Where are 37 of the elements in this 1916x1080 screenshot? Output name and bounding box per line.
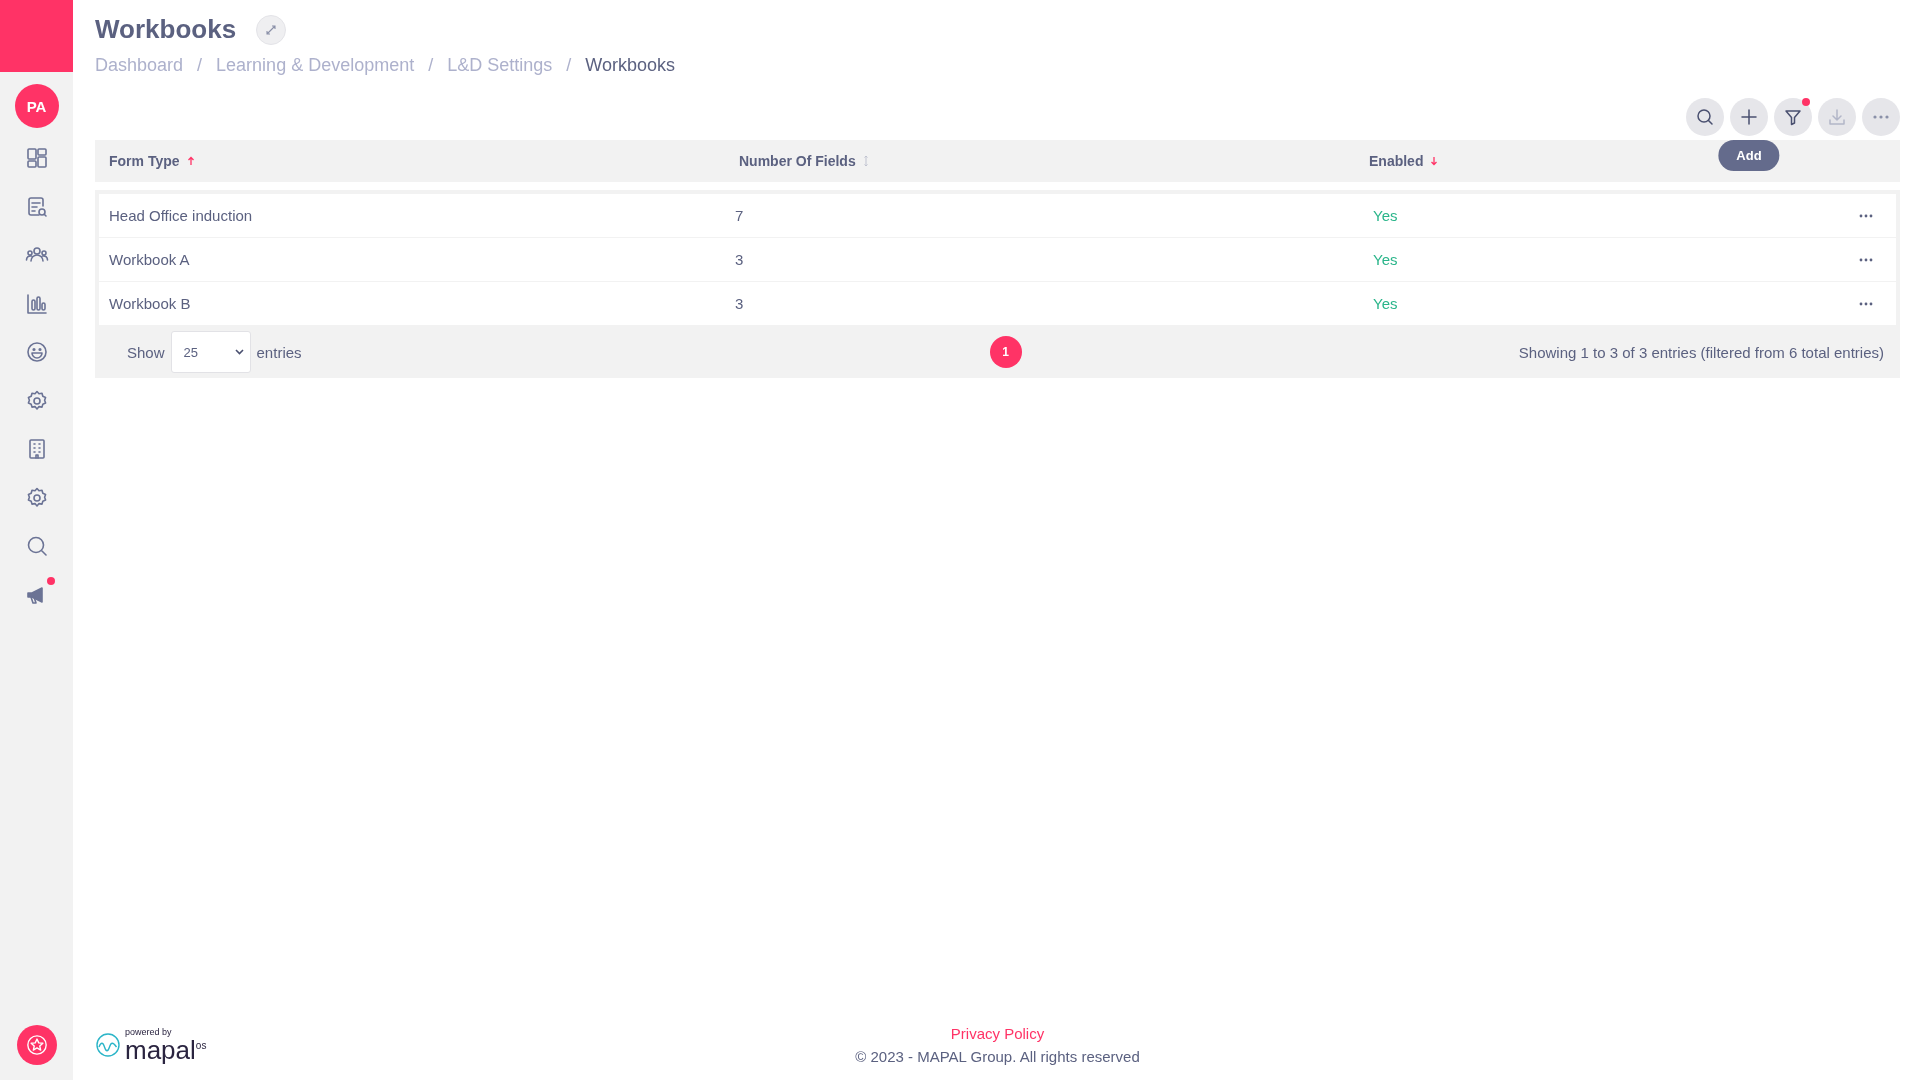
chevron-down-icon <box>234 349 244 355</box>
table-cell-text: Workbook A <box>108 251 191 268</box>
entries-label: entries <box>256 343 302 361</box>
entries-summary: Showing 1 to 3 of 3 entries (filtered from 6 total entries) <box>1517 343 1884 361</box>
page-size-select[interactable]: 25 <box>170 331 251 373</box>
page-title: Workbooks <box>95 14 237 45</box>
filter-button[interactable] <box>1774 98 1812 136</box>
breadcrumb-separator: / <box>566 55 572 76</box>
breadcrumb-link[interactable]: Learning & Development <box>216 55 415 76</box>
copyright-text: © 2023 - MAPAL Group. All rights reserved <box>855 1048 1140 1065</box>
privacy-policy-link[interactable]: Privacy Policy <box>950 1025 1045 1042</box>
table-cell-text: Head Office induction <box>108 207 254 224</box>
avatar[interactable]: PA <box>14 84 59 128</box>
breadcrumb-separator: / <box>428 55 434 76</box>
add-button[interactable] <box>1730 98 1768 136</box>
sort-down-icon[interactable] <box>1430 156 1439 166</box>
chart-icon[interactable] <box>24 291 49 316</box>
table-cell-text: 7 <box>734 207 745 224</box>
table-cell-text: 3 <box>734 295 745 312</box>
sort-up-icon[interactable] <box>186 156 195 166</box>
logo-drawing: powered by mapal$^{os}$ <box>95 1027 275 1063</box>
breadcrumb-link[interactable]: Dashboard <box>95 55 184 76</box>
dashboard-icon[interactable] <box>24 146 49 170</box>
search-button[interactable] <box>1686 98 1724 136</box>
table-cell-text: 3 <box>734 251 745 268</box>
table-cell-text: Yes <box>1372 251 1399 268</box>
table-cell-text: Workbook B <box>108 295 192 312</box>
table-cell-text: Yes <box>1372 207 1399 224</box>
page-button[interactable]: 1 <box>989 336 1022 368</box>
show-label: Show <box>127 343 165 361</box>
column-header[interactable]: Form Type <box>109 153 180 169</box>
column-header[interactable]: Number Of Fields <box>739 153 856 169</box>
breadcrumb-link[interactable]: L&D Settings <box>447 55 553 76</box>
table-cell-text: Yes <box>1372 295 1399 312</box>
column-header[interactable]: Enabled <box>1369 153 1424 169</box>
breadcrumb-separator: / <box>197 55 203 76</box>
smiley-icon[interactable] <box>24 340 49 364</box>
